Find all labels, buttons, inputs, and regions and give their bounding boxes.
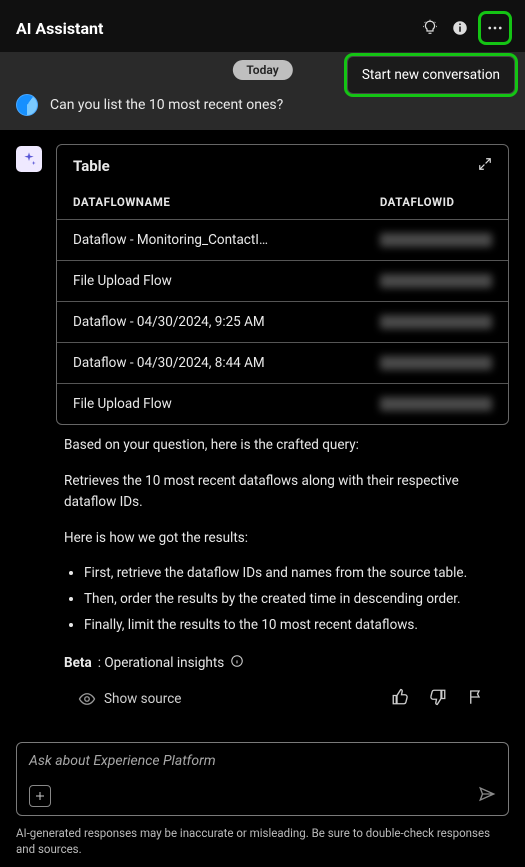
list-item: Then, order the results by the created t… bbox=[84, 589, 501, 611]
table-cell-id bbox=[364, 220, 508, 261]
table-cell-name: Dataflow - 04/30/2024, 9:25 AM bbox=[57, 302, 364, 343]
prompt-placeholder: Ask about Experience Platform bbox=[29, 753, 496, 769]
table-cell-id bbox=[364, 384, 508, 425]
result-table: DATAFLOWNAME DATAFLOWID Dataflow - Monit… bbox=[57, 185, 508, 424]
user-message-text: Can you list the 10 most recent ones? bbox=[50, 97, 283, 113]
app-header: AI Assistant bbox=[0, 0, 525, 52]
table-cell-id bbox=[364, 302, 508, 343]
prompt-input[interactable]: Ask about Experience Platform bbox=[16, 742, 509, 816]
user-message-row: Can you list the 10 most recent ones? bbox=[16, 94, 509, 116]
explanation-steps: First, retrieve the dataflow IDs and nam… bbox=[64, 563, 501, 636]
table-column-name: DATAFLOWNAME bbox=[57, 185, 364, 220]
beta-label: Beta bbox=[64, 655, 92, 671]
thumbs-up-icon[interactable] bbox=[391, 688, 409, 710]
date-separator: Today bbox=[232, 60, 292, 80]
app-title: AI Assistant bbox=[16, 19, 103, 38]
beta-tag-row: Beta : Operational insights bbox=[16, 650, 509, 682]
response-actions-row: Show source bbox=[16, 682, 509, 728]
header-icon-group bbox=[421, 14, 509, 42]
user-avatar bbox=[16, 94, 38, 116]
result-table-card: Table DATAFLOWNAME DATAFLOWID Dataflo bbox=[56, 144, 509, 425]
assistant-response: Table DATAFLOWNAME DATAFLOWID Dataflo bbox=[0, 130, 525, 736]
explanation-summary: Retrieves the 10 most recent dataflows a… bbox=[64, 471, 501, 514]
table-title: Table bbox=[73, 157, 110, 175]
show-source-toggle[interactable]: Show source bbox=[78, 690, 181, 708]
table-row: Dataflow - 04/30/2024, 9:25 AM bbox=[57, 302, 508, 343]
info-icon[interactable] bbox=[451, 19, 469, 37]
flag-icon[interactable] bbox=[467, 688, 485, 710]
more-button[interactable] bbox=[481, 14, 509, 42]
table-column-id: DATAFLOWID bbox=[364, 185, 508, 220]
show-source-label: Show source bbox=[104, 691, 181, 707]
table-cell-name: Dataflow - 04/30/2024, 8:44 AM bbox=[57, 343, 364, 384]
send-button[interactable] bbox=[478, 785, 496, 807]
list-item: Finally, limit the results to the 10 mos… bbox=[84, 615, 501, 637]
disclaimer-text: AI-generated responses may be inaccurate… bbox=[0, 826, 525, 867]
info-outline-icon[interactable] bbox=[230, 654, 244, 672]
explanation-how-label: Here is how we got the results: bbox=[64, 528, 501, 550]
table-row: Dataflow - 04/30/2024, 8:44 AM bbox=[57, 343, 508, 384]
start-new-conversation-menuitem[interactable]: Start new conversation bbox=[347, 56, 515, 94]
table-row: Dataflow - Monitoring_ContactI… bbox=[57, 220, 508, 261]
table-cell-name: Dataflow - Monitoring_ContactI… bbox=[57, 220, 364, 261]
add-attachment-button[interactable] bbox=[29, 785, 51, 807]
eye-icon bbox=[78, 690, 96, 708]
explanation-block: Based on your question, here is the craf… bbox=[16, 425, 509, 636]
thumbs-down-icon[interactable] bbox=[429, 688, 447, 710]
sparkle-icon bbox=[16, 146, 42, 172]
beta-text: : Operational insights bbox=[98, 655, 225, 671]
feedback-icons bbox=[391, 688, 485, 710]
table-cell-name: File Upload Flow bbox=[57, 261, 364, 302]
lightbulb-icon[interactable] bbox=[421, 19, 439, 37]
table-cell-id bbox=[364, 343, 508, 384]
list-item: First, retrieve the dataflow IDs and nam… bbox=[84, 563, 501, 585]
explanation-intro: Based on your question, here is the craf… bbox=[64, 435, 501, 457]
expand-icon[interactable] bbox=[478, 157, 492, 175]
table-row: File Upload Flow bbox=[57, 261, 508, 302]
table-cell-name: File Upload Flow bbox=[57, 384, 364, 425]
table-cell-id bbox=[364, 261, 508, 302]
table-row: File Upload Flow bbox=[57, 384, 508, 425]
